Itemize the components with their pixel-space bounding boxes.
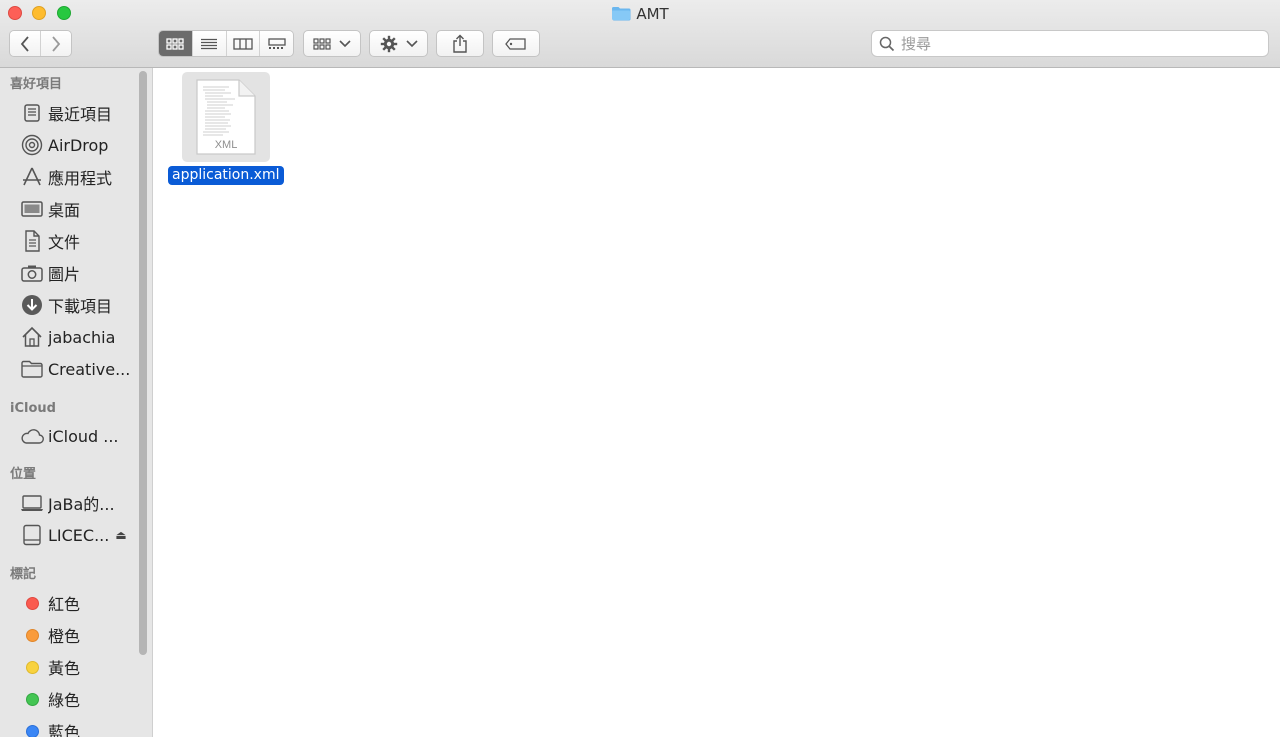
desktop-icon xyxy=(21,201,43,217)
folder-icon xyxy=(612,7,631,21)
yellow-tag-dot xyxy=(25,660,39,674)
forward-button[interactable] xyxy=(40,31,71,56)
sidebar-item-documents[interactable]: 文件 xyxy=(20,228,138,254)
list-view-icon xyxy=(201,38,218,49)
action-menu-button[interactable] xyxy=(369,30,428,57)
pictures-icon xyxy=(21,265,43,282)
sidebar-item-tag-orange[interactable]: 橙色 xyxy=(20,622,138,648)
sidebar-item-applications[interactable]: 應用程式 xyxy=(20,164,138,190)
airdrop-icon xyxy=(21,134,43,156)
sidebar-item-tag-red[interactable]: 紅色 xyxy=(20,590,138,616)
laptop-icon xyxy=(21,495,43,511)
group-by-icon xyxy=(313,37,331,50)
list-view-button[interactable] xyxy=(191,31,226,56)
sidebar-item-external-drive[interactable]: LICEC... ⏏ xyxy=(20,522,138,548)
recents-icon xyxy=(24,104,40,122)
cloud-icon xyxy=(21,429,44,444)
file-name[interactable]: application.xml xyxy=(168,166,284,185)
locations-header: 位置 xyxy=(10,467,37,482)
file-browser-area[interactable]: XML application.xml xyxy=(153,68,1280,737)
sidebar-item-label: 最近項目 xyxy=(48,105,113,124)
xml-document-icon: XML xyxy=(196,79,256,155)
sidebar-item-label: 橙色 xyxy=(48,627,81,646)
sidebar-item-recents[interactable]: 最近項目 xyxy=(20,100,138,126)
tags-button[interactable] xyxy=(492,30,540,57)
eject-icon[interactable]: ⏏ xyxy=(115,528,126,542)
sidebar-item-label: Creative... xyxy=(48,359,131,379)
blue-tag-dot xyxy=(25,724,39,737)
gallery-view-icon xyxy=(267,37,286,49)
sidebar-item-icloud-drive[interactable]: iCloud ... xyxy=(20,423,138,449)
sidebar-item-this-mac[interactable]: JaBa的... xyxy=(20,490,138,516)
toolbar: AMT xyxy=(0,0,1280,68)
folder-icon xyxy=(21,360,43,378)
gear-icon xyxy=(380,35,397,52)
column-view-icon xyxy=(233,37,253,50)
chevron-down-icon xyxy=(339,39,351,47)
drive-icon xyxy=(23,524,41,546)
sidebar: 喜好項目 最近項目 AirDrop 應用程式 桌面 文件 圖片 下載項目 jab… xyxy=(0,68,153,737)
group-by-button[interactable] xyxy=(303,30,361,57)
search-icon xyxy=(879,36,895,51)
green-tag-dot xyxy=(25,692,39,706)
column-view-button[interactable] xyxy=(225,31,260,56)
icloud-header: iCloud xyxy=(10,401,56,416)
sidebar-item-tag-yellow[interactable]: 黃色 xyxy=(20,654,138,680)
sidebar-item-label: 應用程式 xyxy=(48,169,113,188)
home-icon xyxy=(22,326,42,347)
sidebar-item-downloads[interactable]: 下載項目 xyxy=(20,292,138,318)
chevron-right-icon xyxy=(52,35,61,52)
back-button[interactable] xyxy=(10,31,41,56)
orange-tag-dot xyxy=(25,628,39,642)
sidebar-item-label: LICEC... xyxy=(48,525,110,545)
sidebar-scrollbar[interactable] xyxy=(139,71,147,655)
sidebar-item-home[interactable]: jabachia xyxy=(20,324,138,350)
navigation-buttons xyxy=(9,30,72,57)
sidebar-item-label: 藍色 xyxy=(48,723,81,737)
chevron-left-icon xyxy=(21,35,29,52)
sidebar-item-label: 黃色 xyxy=(48,659,81,678)
sidebar-item-label: 下載項目 xyxy=(48,297,113,316)
finder-window: AMT 搜尋 喜好項目 最近項目 AirDrop 應用程式 桌面 文件 圖片 下… xyxy=(0,0,1280,737)
favorites-header: 喜好項目 xyxy=(10,77,63,92)
sidebar-item-label: 桌面 xyxy=(48,201,81,220)
sidebar-item-label: 圖片 xyxy=(48,265,81,284)
sidebar-item-label: iCloud ... xyxy=(48,426,119,446)
window-title-text: AMT xyxy=(636,5,669,23)
view-mode-selector xyxy=(158,30,294,57)
icon-view-button[interactable] xyxy=(159,31,192,56)
sidebar-item-airdrop[interactable]: AirDrop xyxy=(20,132,138,158)
share-button[interactable] xyxy=(436,30,484,57)
red-tag-dot xyxy=(25,596,39,610)
documents-icon xyxy=(25,230,40,252)
window-title: AMT xyxy=(0,4,1280,24)
sidebar-item-label: jabachia xyxy=(48,327,116,347)
sidebar-item-label: 綠色 xyxy=(48,691,81,710)
sidebar-item-creative-folder[interactable]: Creative... xyxy=(20,356,138,382)
sidebar-item-label: JaBa的... xyxy=(48,495,115,514)
tag-icon xyxy=(505,37,526,50)
sidebar-item-desktop[interactable]: 桌面 xyxy=(20,196,138,222)
sidebar-item-tag-green[interactable]: 綠色 xyxy=(20,686,138,712)
sidebar-item-label: AirDrop xyxy=(48,135,109,155)
file-item[interactable]: XML application.xml xyxy=(167,72,285,188)
search-input[interactable] xyxy=(899,31,1253,56)
downloads-icon xyxy=(22,295,42,315)
gallery-view-button[interactable] xyxy=(259,31,293,56)
sidebar-item-pictures[interactable]: 圖片 xyxy=(20,260,138,286)
tags-header: 標記 xyxy=(10,567,37,582)
icon-view-icon xyxy=(166,37,185,50)
file-type-label: XML xyxy=(215,139,238,151)
search-field[interactable] xyxy=(871,30,1269,57)
chevron-down-icon xyxy=(405,39,418,47)
sidebar-item-tag-blue[interactable]: 藍色 xyxy=(20,718,138,737)
sidebar-item-label: 紅色 xyxy=(48,595,81,614)
sidebar-item-label: 文件 xyxy=(48,233,81,252)
share-icon xyxy=(453,34,467,53)
applications-icon xyxy=(23,167,41,186)
